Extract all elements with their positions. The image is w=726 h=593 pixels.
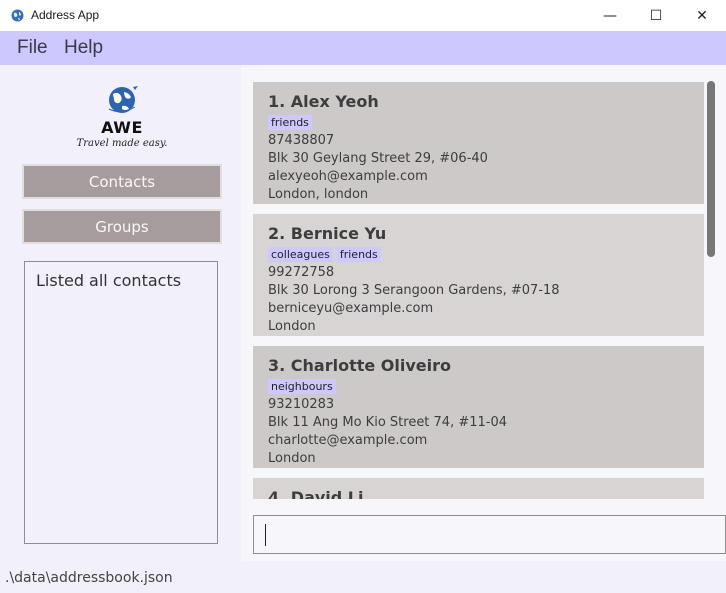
contact-phone: 99272758 [268,265,335,280]
contact-address: Blk 30 Lorong 3 Serangoon Gardens, #07-1… [268,283,560,298]
minimize-icon: — [603,7,617,24]
contact-card[interactable]: 1. Alex Yeoh friends 87438807 Blk 30 Gey… [253,82,704,204]
contact-address: Blk 30 Geylang Street 29, #06-40 [268,151,488,166]
title-bar: Address App — ☐ ✕ [0,0,726,31]
contact-email: alexyeoh@example.com [268,169,428,184]
logo-tagline: Travel made easy. [76,138,168,149]
contact-name: 1. Alex Yeoh [268,92,379,111]
close-button[interactable]: ✕ [679,0,725,31]
menu-help[interactable]: Help [64,37,103,59]
scroll-thumb[interactable] [707,81,715,257]
contact-city: London [268,451,316,466]
command-input[interactable] [253,515,726,554]
contact-city: London [268,319,316,334]
app-logo: AWE Travel made easy. [74,80,170,154]
contact-phone: 93210283 [268,397,335,412]
close-icon: ✕ [696,7,708,24]
contact-name: 2. Bernice Yu [268,224,387,243]
contact-address: Blk 11 Ang Mo Kio Street 74, #11-04 [268,415,508,430]
minimize-button[interactable]: — [587,0,633,31]
status-bar: .\data\addressbook.json [0,561,726,593]
window-title: Address App [31,8,100,22]
contact-phone: 87438807 [268,133,335,148]
globe-icon [11,9,24,22]
contact-email: berniceyu@example.com [268,301,434,316]
contact-name: 4. David Li [268,488,364,499]
menu-file[interactable]: File [17,37,48,59]
tag: neighbours [268,379,336,394]
contact-name: 3. Charlotte Oliveiro [268,356,452,375]
tag: friends [268,115,312,130]
tag-list: friends [268,115,312,130]
tag-list: colleagues friends [268,247,381,262]
contact-card[interactable]: 4. David Li [253,478,704,499]
contact-email: charlotte@example.com [268,433,428,448]
menu-bar: File Help [0,31,726,65]
contact-card[interactable]: 2. Bernice Yu colleagues friends 9927275… [253,214,704,336]
maximize-button[interactable]: ☐ [633,0,679,31]
groups-button[interactable]: Groups [22,209,222,244]
text-caret [265,524,266,546]
result-display[interactable]: Listed all contacts [24,261,218,544]
contact-list-scrollbar[interactable] [705,77,717,499]
tag: friends [336,247,381,262]
tag-list: neighbours [268,379,336,394]
data-file-path: .\data\addressbook.json [5,570,173,586]
logo-globe-icon [108,86,138,113]
logo-name: AWE [101,118,143,137]
result-message: Listed all contacts [36,271,182,290]
maximize-icon: ☐ [649,7,663,24]
contact-card[interactable]: 3. Charlotte Oliveiro neighbours 9321028… [253,346,704,468]
contacts-button[interactable]: Contacts [22,164,222,199]
tag: colleagues [268,247,333,262]
contact-list[interactable]: 1. Alex Yeoh friends 87438807 Blk 30 Gey… [253,77,706,499]
contact-city: London, london [268,187,369,202]
